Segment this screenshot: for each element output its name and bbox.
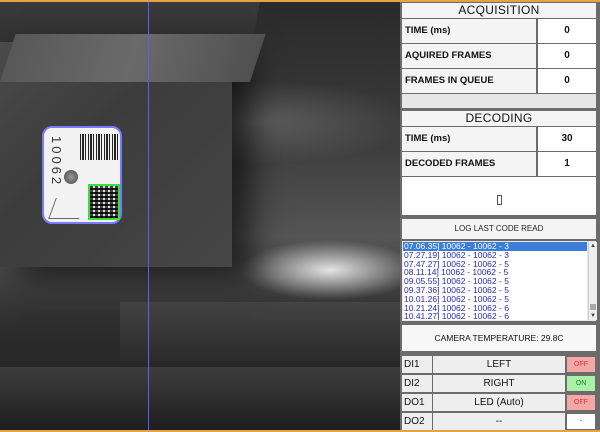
log-list[interactable]: 07.06.35] 10062 - 10062 - 3 07.27.19] 100… <box>403 242 587 320</box>
acq-frames-label: AQUIRED FRAMES <box>402 44 536 68</box>
io-code: DI2 <box>402 375 432 392</box>
camera-temperature: CAMERA TEMPERATURE: 29.8C <box>402 325 596 351</box>
dec-time-value: 30 <box>538 127 596 151</box>
acq-row-queue: FRAMES IN QUEUE 0 <box>402 69 596 93</box>
dec-time-label: TIME (ms) <box>402 127 536 151</box>
scroll-up-icon[interactable]: ▲ <box>589 242 597 250</box>
acq-queue-value: 0 <box>538 69 596 93</box>
scroll-down-icon[interactable]: ▼ <box>589 312 597 320</box>
decode-result-area <box>402 177 596 215</box>
dec-frames-label: DECODED FRAMES <box>402 152 536 176</box>
acquisition-title: ACQUISITION <box>402 3 596 18</box>
log-scrollbar[interactable]: ▲ ▼ <box>588 242 597 320</box>
io-row-do2: DO2 -- - <box>402 413 596 430</box>
barcode-icon <box>80 134 118 160</box>
io-code: DO1 <box>402 394 432 411</box>
log-box: 07.06.35] 10062 - 10062 - 3 07.27.19] 100… <box>402 241 597 321</box>
io-row-di2: DI2 RIGHT ON <box>402 375 596 392</box>
camera-view[interactable]: 10062 <box>0 2 400 430</box>
io-state-di1[interactable]: OFF <box>567 357 595 372</box>
dec-row-frames: DECODED FRAMES 1 <box>402 152 596 176</box>
acq-row-time: TIME (ms) 0 <box>402 19 596 43</box>
label-number: 10062 <box>49 136 64 188</box>
datamatrix-icon <box>88 184 120 220</box>
scroll-thumb[interactable] <box>590 304 596 310</box>
acq-frames-value: 0 <box>538 44 596 68</box>
io-row-di1: DI1 LEFT OFF <box>402 356 596 373</box>
floor-beam-lower <box>0 367 400 430</box>
io-row-do1: DO1 LED (Auto) OFF <box>402 394 596 411</box>
io-state-do2[interactable]: - <box>567 414 595 429</box>
floor-beam <box>120 302 400 362</box>
io-name: RIGHT <box>433 375 565 392</box>
scan-line <box>148 2 149 430</box>
io-name: LEFT <box>433 356 565 373</box>
steel-block-top <box>0 34 266 82</box>
log-item[interactable]: 10.41.27] 10062 - 10062 - 6 <box>403 312 587 320</box>
acq-time-label: TIME (ms) <box>402 19 536 43</box>
io-name: LED (Auto) <box>433 394 565 411</box>
io-code: DO2 <box>402 413 432 430</box>
decode-indicator-icon <box>497 195 502 205</box>
dec-row-time: TIME (ms) 30 <box>402 127 596 151</box>
dec-frames-value: 1 <box>538 152 596 176</box>
acq-row-frames: AQUIRED FRAMES 0 <box>402 44 596 68</box>
status-panel: ACQUISITION TIME (ms) 0 AQUIRED FRAMES 0… <box>400 2 600 430</box>
acq-queue-label: FRAMES IN QUEUE <box>402 69 536 93</box>
log-title: LOG LAST CODE READ <box>402 219 596 239</box>
io-state-do1[interactable]: OFF <box>567 395 595 410</box>
code-label: 10062 <box>42 126 122 224</box>
io-state-di2[interactable]: ON <box>567 376 595 391</box>
acq-spacer <box>402 94 596 108</box>
acq-time-value: 0 <box>538 19 596 43</box>
bolt-icon <box>64 170 78 184</box>
logo-icon <box>48 198 87 219</box>
decoding-title: DECODING <box>402 111 596 126</box>
io-code: DI1 <box>402 356 432 373</box>
io-name: -- <box>433 413 565 430</box>
